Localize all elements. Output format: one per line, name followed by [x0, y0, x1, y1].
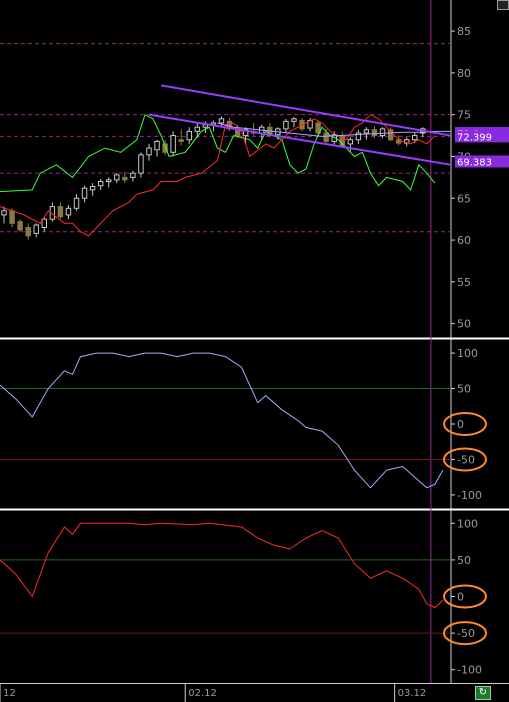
- y-tick-label: 50: [457, 383, 471, 396]
- candle-body: [323, 132, 329, 142]
- y-tick-label: -50: [457, 453, 475, 466]
- highlight-circle: [443, 412, 487, 436]
- candle-body: [371, 129, 378, 137]
- candle-body: [218, 118, 225, 124]
- candle-body: [25, 227, 31, 237]
- candle-body: [395, 139, 402, 144]
- candle-body: [138, 154, 144, 174]
- chart-svg: 858075706560555072.872.39969.383100500-5…: [0, 0, 509, 702]
- y-tick-label: 0: [457, 418, 464, 431]
- y-tick-label: 50: [457, 318, 471, 331]
- y-tick-label: 100: [457, 517, 478, 530]
- candle-body: [283, 120, 289, 130]
- candle-body: [170, 135, 176, 153]
- y-tick-label: 65: [457, 192, 471, 205]
- y-tick-label: 50: [457, 554, 471, 567]
- candle-body: [154, 140, 160, 151]
- y-tick-label: 55: [457, 276, 471, 289]
- price-tag-label: 69.383: [457, 157, 492, 168]
- candle-body: [89, 186, 96, 191]
- y-tick-label: -100: [457, 489, 482, 502]
- candle-body: [65, 207, 72, 216]
- date-label: 02.12: [188, 688, 217, 699]
- candle-body: [347, 139, 354, 145]
- candle-body: [194, 126, 201, 132]
- y-tick-label: 0: [457, 591, 464, 604]
- candle-body: [9, 210, 15, 224]
- candle-body: [363, 129, 370, 134]
- oscillator-line: [0, 522, 444, 609]
- candle-body: [412, 135, 418, 141]
- y-tick-label: -50: [457, 627, 475, 640]
- candle-body: [17, 221, 23, 231]
- candle-body: [1, 210, 7, 216]
- candle-body: [33, 224, 39, 234]
- candle-body: [186, 130, 192, 141]
- price-tag-label: 72.399: [457, 132, 492, 143]
- y-tick-label: 80: [457, 67, 471, 80]
- y-tick-label: 60: [457, 234, 471, 247]
- scroll-marker-icon[interactable]: [497, 0, 509, 10]
- channel-trendline: [160, 84, 452, 137]
- candle-body: [73, 197, 80, 209]
- candle-body: [379, 128, 386, 137]
- y-tick-label: -100: [457, 664, 482, 677]
- candle-body: [146, 147, 152, 156]
- candle-body: [57, 206, 64, 218]
- y-tick-label: 85: [457, 25, 471, 38]
- candle-body: [122, 176, 128, 181]
- candle-body: [97, 181, 104, 187]
- highlight-circle: [443, 584, 487, 609]
- date-label: 03.12: [398, 688, 427, 699]
- y-tick-label: 75: [457, 109, 471, 122]
- candle-body: [81, 187, 88, 199]
- candle-body: [178, 139, 184, 142]
- date-label: 12: [3, 688, 16, 699]
- refresh-icon[interactable]: ↻: [475, 686, 491, 700]
- indicator-line: [0, 114, 436, 237]
- y-tick-label: 100: [457, 347, 478, 360]
- oscillator-line: [0, 352, 444, 489]
- candle-body: [106, 179, 112, 183]
- candle-body: [114, 174, 120, 181]
- candle-body: [130, 172, 136, 178]
- candle-body: [291, 118, 297, 122]
